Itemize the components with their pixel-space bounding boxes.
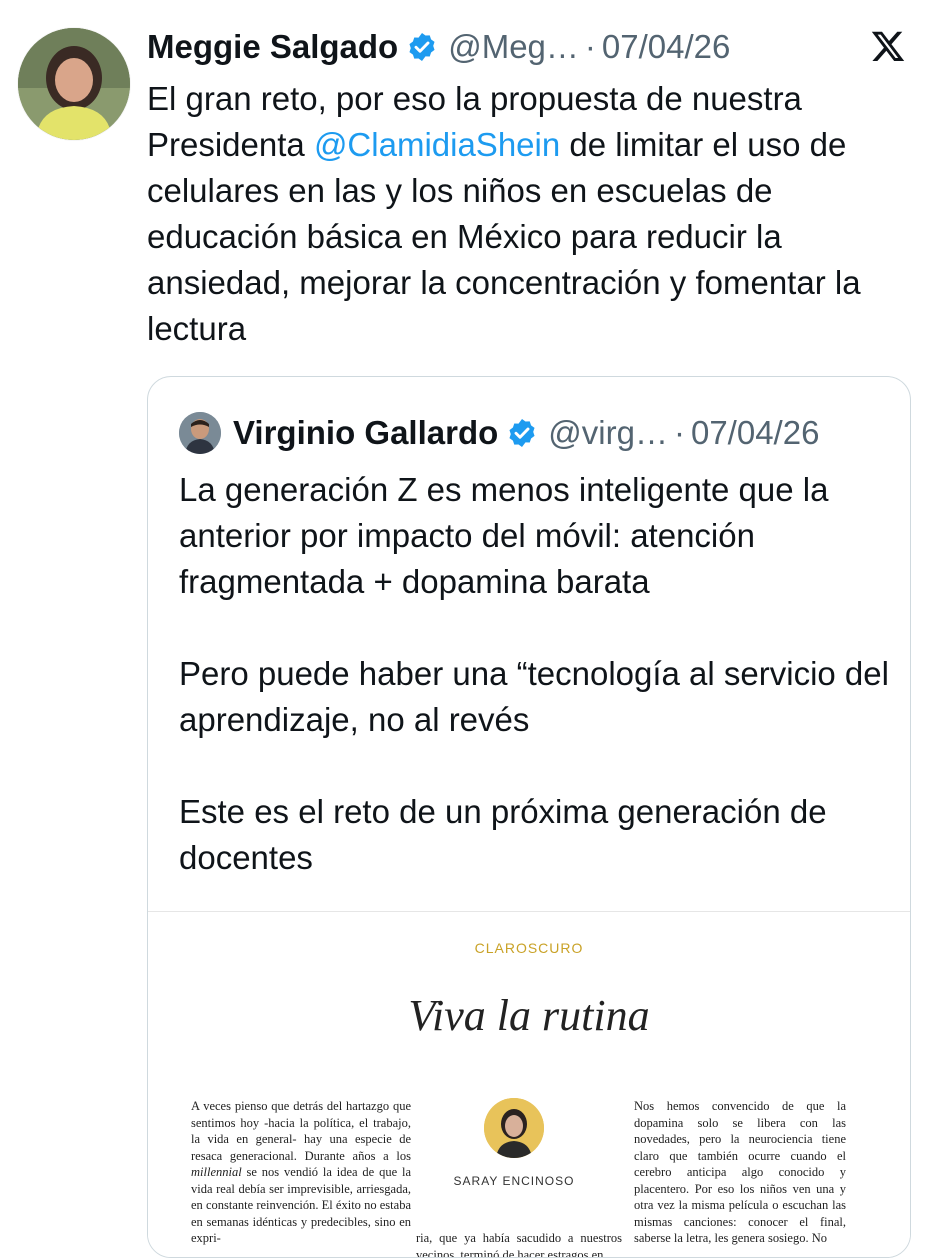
article-column-3: Nos hemos convencido de que la dopamina … xyxy=(634,1099,846,1245)
article-text-italic: millennial xyxy=(191,1165,242,1179)
tweet-header: Meggie Salgado @Meg… · 07/04/26 xyxy=(147,24,730,70)
article-column-2: ria, que ya había sacudido a nuestros ve… xyxy=(416,1231,622,1258)
author-avatar[interactable] xyxy=(18,28,130,140)
attached-image[interactable]: CLAROSCURO Viva la rutina A veces pienso… xyxy=(148,911,910,1258)
article-text: A veces pienso que detrás del hartazgo q… xyxy=(191,1099,411,1163)
quoted-tweet-date[interactable]: 07/04/26 xyxy=(691,414,819,452)
separator-dot: · xyxy=(584,28,596,65)
separator-dot: · xyxy=(673,414,685,451)
verified-badge-icon xyxy=(406,31,438,63)
quoted-paragraph: Este es el reto de un próxima generación… xyxy=(179,793,827,876)
quoted-tweet-text: La generación Z es menos inteligente que… xyxy=(179,467,899,881)
quoted-paragraph: Pero puede haber una “tecnología al serv… xyxy=(179,655,889,738)
quoted-author-avatar[interactable] xyxy=(179,412,221,454)
quoted-author-handle[interactable]: @virg… xyxy=(548,414,668,452)
author-name[interactable]: Meggie Salgado xyxy=(147,28,398,66)
quoted-tweet-header: Virginio Gallardo @virg… · 07/04/26 xyxy=(179,407,819,459)
quoted-tweet[interactable]: Virginio Gallardo @virg… · 07/04/26 La g… xyxy=(147,376,911,1258)
quoted-paragraph: La generación Z es menos inteligente que… xyxy=(179,471,829,600)
article-kicker: CLAROSCURO xyxy=(474,940,584,956)
mention-link[interactable]: @ClamidiaShein xyxy=(314,126,560,163)
quoted-author-name[interactable]: Virginio Gallardo xyxy=(233,414,498,452)
tweet-text: El gran reto, por eso la propuesta de nu… xyxy=(147,76,907,352)
verified-badge-icon xyxy=(506,417,538,449)
article-title: Viva la rutina xyxy=(408,991,650,1040)
author-handle[interactable]: @Meg… xyxy=(448,28,579,66)
article-author-name: SARAY ENCINOSO xyxy=(453,1174,575,1188)
x-logo-icon xyxy=(870,28,906,64)
article-column-1: A veces pienso que detrás del hartazgo q… xyxy=(191,1098,411,1247)
article-author-photo xyxy=(484,1098,544,1158)
tweet-date[interactable]: 07/04/26 xyxy=(602,28,730,66)
